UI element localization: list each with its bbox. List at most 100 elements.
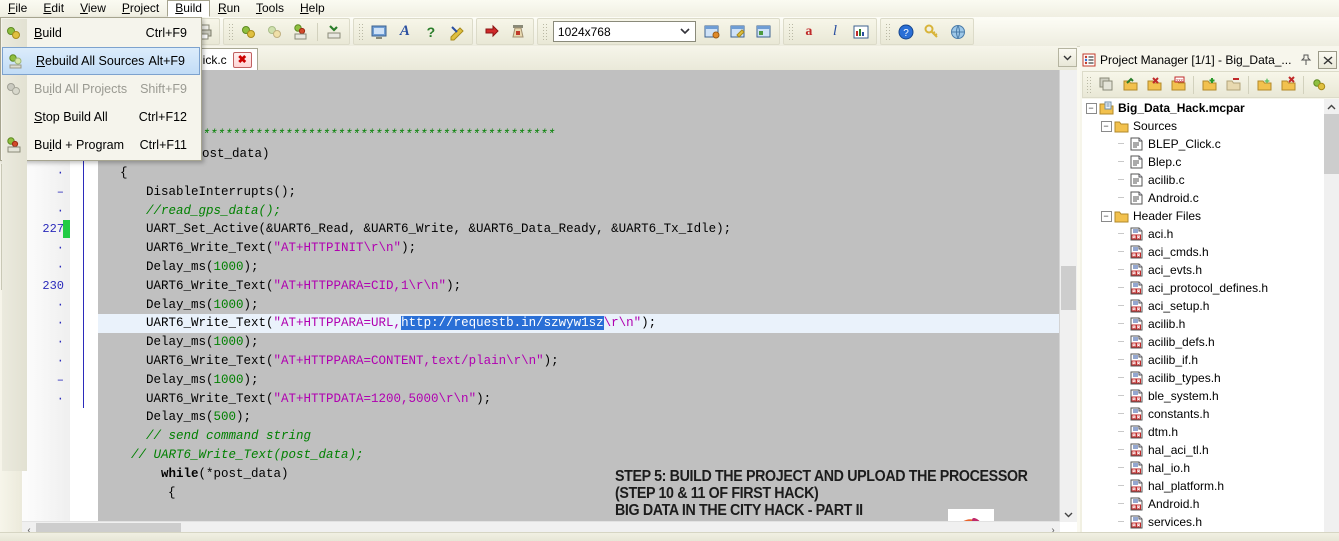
toolbar-grip[interactable] [787, 22, 794, 41]
collapse-icon[interactable]: − [1100, 120, 1112, 132]
close-icon[interactable]: ✖ [232, 52, 252, 68]
tree-item[interactable]: ┄ 1 0 services.h [1082, 513, 1325, 531]
selected-url-text[interactable]: http://requestb.in/szwyw1sz [401, 316, 604, 331]
tree-item[interactable]: ┄ 1 0 aci_cmds.h [1082, 243, 1325, 261]
line-tail: ); [243, 259, 259, 274]
collapse-icon[interactable]: − [1100, 210, 1112, 222]
close-icon[interactable] [1318, 51, 1337, 69]
scroll-up-icon[interactable] [1324, 99, 1339, 114]
project-tree-scrollbar[interactable] [1324, 99, 1339, 539]
toolbar-grip[interactable] [884, 22, 891, 41]
close-project-icon[interactable] [1142, 73, 1166, 97]
clean-icon[interactable] [505, 19, 531, 44]
tree-item[interactable]: ┄ 1 0 acilib_defs.h [1082, 333, 1325, 351]
editor-vertical-scrollbar[interactable] [1059, 70, 1077, 522]
scrollbar-thumb[interactable] [1324, 114, 1339, 174]
build-all-icon[interactable] [262, 19, 288, 44]
ascii-icon[interactable]: a [796, 19, 822, 44]
tree-item[interactable]: ┄ 1 0 aci_setup.h [1082, 297, 1325, 315]
layout2-icon[interactable] [725, 19, 751, 44]
toolbar-grip[interactable] [541, 22, 548, 41]
toolbar-grip[interactable] [227, 22, 234, 41]
tree-item[interactable]: ┄ 1 0 constants.h [1082, 405, 1325, 423]
layout1-icon[interactable] [699, 19, 725, 44]
layout3-icon[interactable] [751, 19, 777, 44]
remove-project-icon[interactable]: xxx [1166, 73, 1190, 97]
tree-item[interactable]: ┄ 1 0 Android.h [1082, 495, 1325, 513]
tree-expander[interactable]: − [1084, 99, 1098, 117]
tree-item[interactable]: ┄ BLEP_Click.c [1082, 135, 1325, 153]
tree-item[interactable]: ┄ acilib.c [1082, 171, 1325, 189]
project-icon [1098, 99, 1115, 117]
menu-file[interactable]: FFileile [0, 0, 35, 17]
menu-tools[interactable]: Tools [248, 0, 292, 17]
tree-item[interactable]: ┄ 1 0 hal_io.h [1082, 459, 1325, 477]
menu-edit[interactable]: Edit [35, 0, 72, 17]
open-project-icon[interactable] [1118, 73, 1142, 97]
tree-item[interactable]: ┄ 1 0 aci_protocol_defines.h [1082, 279, 1325, 297]
globe-icon[interactable] [945, 19, 971, 44]
add-folder-icon[interactable] [1197, 73, 1221, 97]
remove-folder-icon[interactable] [1221, 73, 1245, 97]
chevron-down-icon[interactable] [678, 24, 693, 39]
tree-item[interactable]: ┄ 1 0 acilib_types.h [1082, 369, 1325, 387]
help-icon[interactable]: ? [893, 19, 919, 44]
tree-item[interactable]: − Header Files [1082, 207, 1325, 225]
folder-icon [1113, 117, 1130, 135]
tree-item[interactable]: ┄ 1 0 aci_evts.h [1082, 261, 1325, 279]
build-menu-item-rebuild-all-sources[interactable]: Rebuild All Sources Alt+F9 [2, 47, 200, 75]
key-icon[interactable] [919, 19, 945, 44]
code-line: UART6_Write_Text("AT+HTTPPARA=CONTENT,te… [98, 352, 1060, 371]
options-icon[interactable] [444, 19, 470, 44]
tree-expander[interactable]: − [1099, 207, 1113, 225]
scroll-down-icon[interactable] [1061, 507, 1076, 522]
menu-view[interactable]: View [72, 0, 114, 17]
italic-icon[interactable]: l [822, 19, 848, 44]
menu-help[interactable]: Help [292, 0, 333, 17]
tree-item[interactable]: ┄ 1 0 hal_aci_tl.h [1082, 441, 1325, 459]
build-icon[interactable] [1307, 73, 1331, 97]
build-menu-item-stop-build-all[interactable]: Stop Build All Ctrl+F12 [1, 103, 201, 131]
tree-item[interactable]: − Sources [1082, 117, 1325, 135]
resolution-dropdown[interactable]: 1024x768 [552, 21, 696, 42]
pin-icon[interactable] [1297, 52, 1314, 68]
gutter-line-number: · [56, 335, 64, 350]
line-tail: ); [401, 241, 417, 256]
add-file-icon[interactable] [1252, 73, 1276, 97]
build-menu-item-build[interactable]: Build Ctrl+F9 [1, 19, 201, 47]
build-program-icon[interactable] [288, 19, 314, 44]
menu-project[interactable]: Project [114, 0, 167, 17]
tree-item[interactable]: ┄ Blep.c [1082, 153, 1325, 171]
line-tail: ); [476, 391, 492, 406]
menu-build[interactable]: Build [167, 0, 210, 17]
tree-item[interactable]: ┄ 1 0 acilib_if.h [1082, 351, 1325, 369]
toolbar-grip[interactable] [357, 22, 364, 41]
chart-icon[interactable] [848, 19, 874, 44]
tree-item[interactable]: ┄ 1 0 hal_platform.h [1082, 477, 1325, 495]
tab-scroll-down-button[interactable] [1058, 48, 1077, 67]
project-tree[interactable]: − Big_Data_Hack.mcpar − Sources ┄ BLEP_Click.… [1082, 99, 1325, 539]
tree-item[interactable]: − Big_Data_Hack.mcpar [1082, 99, 1325, 117]
tree-expander: ┄ [1117, 228, 1125, 240]
toolbar-grip[interactable] [1086, 75, 1092, 94]
build-menu-item-build-program[interactable]: Build + Program Ctrl+F11 [1, 131, 201, 159]
tree-item[interactable]: ┄ Android.c [1082, 189, 1325, 207]
menu-run[interactable]: Run [210, 0, 248, 17]
collapse-icon[interactable]: − [1085, 102, 1097, 114]
remove-file-icon[interactable] [1276, 73, 1300, 97]
export-icon[interactable] [479, 19, 505, 44]
tree-expander[interactable]: − [1099, 117, 1113, 135]
monitor-icon[interactable] [366, 19, 392, 44]
scrollbar-thumb[interactable] [1061, 266, 1076, 310]
build-icon[interactable] [236, 19, 262, 44]
tree-item[interactable]: ┄ 1 0 ble_system.h [1082, 387, 1325, 405]
font-icon[interactable]: A [392, 19, 418, 44]
copy-project-icon[interactable] [1094, 73, 1118, 97]
h-file-icon: 10 [1128, 279, 1145, 297]
tree-item[interactable]: ┄ 1 0 acilib.h [1082, 315, 1325, 333]
rebuild-icon[interactable] [321, 19, 347, 44]
help-arrow-icon[interactable]: ? [418, 19, 444, 44]
tree-item[interactable]: ┄ 1 0 dtm.h [1082, 423, 1325, 441]
tree-item[interactable]: ┄ 1 0 aci.h [1082, 225, 1325, 243]
code-line-comment: //read_gps_data(); [146, 203, 282, 218]
